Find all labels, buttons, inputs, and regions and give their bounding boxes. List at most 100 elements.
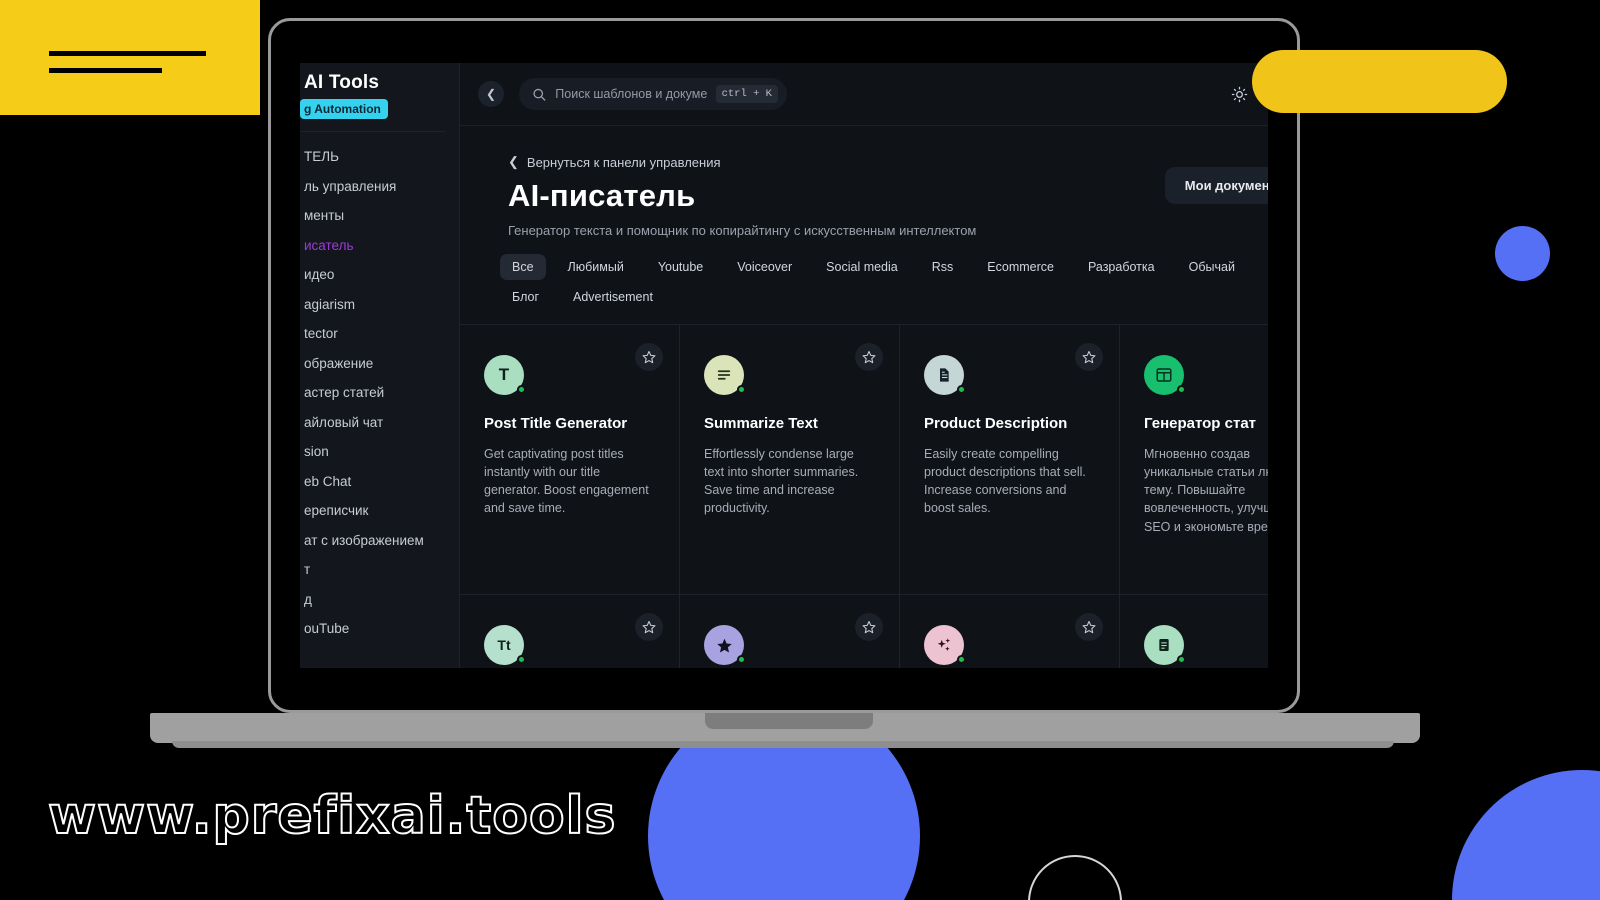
star-filled-icon xyxy=(716,638,732,652)
card-icon xyxy=(924,355,966,395)
sidebar-item[interactable]: менты xyxy=(300,201,459,231)
website-url-text: www.prefixai.tools xyxy=(47,785,617,847)
favorite-button[interactable] xyxy=(855,613,883,641)
card-title: Product Description xyxy=(924,415,1068,432)
sidebar-item[interactable]: т xyxy=(300,555,459,585)
sidebar-item[interactable]: ТЕЛЬ xyxy=(300,142,459,172)
favorite-button[interactable] xyxy=(1075,613,1103,641)
category-tab[interactable]: Youtube xyxy=(646,254,715,280)
card-icon xyxy=(1144,625,1186,665)
category-tab[interactable]: Блог xyxy=(500,284,551,310)
yellow-pill-decoration xyxy=(1252,50,1507,113)
sidebar-item[interactable]: ль управления xyxy=(300,172,459,202)
category-tab[interactable]: Обычай xyxy=(1177,254,1247,280)
card-icon xyxy=(924,625,966,665)
back-link-label: Вернуться к панели управления xyxy=(526,154,721,170)
yellow-rectangle-decoration xyxy=(0,0,260,115)
sidebar-item[interactable]: tector xyxy=(300,319,459,349)
black-line-decoration-bottom xyxy=(49,68,162,73)
category-tab[interactable]: Разработка xyxy=(1076,254,1167,280)
template-card[interactable]: Генератор стат Мгновенно создав уникальны… xyxy=(1120,325,1268,595)
chevron-left-icon: ❮ xyxy=(485,87,497,101)
search-placeholder: Поиск шаблонов и докумен xyxy=(555,87,707,101)
app-window: AI Tools g Automation ТЕЛЬ ль управления м… xyxy=(300,63,1268,668)
sidebar-nav: ТЕЛЬ ль управления менты исатель идео agiaris… xyxy=(300,142,459,644)
content-header: ❮ Вернуться к панели управления AI-писат… xyxy=(460,126,1268,238)
sidebar-collapse-button[interactable]: ❮ xyxy=(478,81,504,107)
sidebar-item[interactable]: eb Chat xyxy=(300,467,459,497)
favorite-button[interactable] xyxy=(1075,343,1103,371)
template-card[interactable]: Summarize Text Effortlessly condense larg… xyxy=(680,325,900,595)
star-outline-icon xyxy=(642,620,656,634)
favorite-button[interactable] xyxy=(635,613,663,641)
template-card-grid: T Post Title Generator Get captivating pos… xyxy=(460,325,1268,668)
status-dot xyxy=(1177,385,1186,394)
sidebar-item[interactable]: sion xyxy=(300,437,459,467)
sidebar-item[interactable]: исатель xyxy=(300,231,459,261)
template-card[interactable] xyxy=(680,595,900,668)
favorite-button[interactable] xyxy=(855,343,883,371)
sidebar-item[interactable]: айловый чат xyxy=(300,408,459,438)
card-icon: Tt xyxy=(484,625,526,665)
card-description: Effortlessly condense large text into sh… xyxy=(704,447,859,516)
sidebar-item[interactable]: д xyxy=(300,585,459,615)
card-title: Post Title Generator xyxy=(484,415,628,432)
template-card[interactable]: Tt xyxy=(460,595,680,668)
back-to-dashboard-link[interactable]: ❮ Вернуться к панели управления xyxy=(508,154,721,170)
status-dot xyxy=(1177,655,1186,664)
sidebar-item[interactable]: ереписчик xyxy=(300,496,459,526)
category-tab[interactable]: Ecommerce xyxy=(975,254,1066,280)
sidebar-item[interactable]: астер статей xyxy=(300,378,459,408)
category-tab[interactable]: Advertisement xyxy=(561,284,665,310)
letter-t-icon: T xyxy=(498,365,510,384)
sun-icon xyxy=(1231,86,1248,102)
page-subtitle: Генератор текста и помощник по копирайти… xyxy=(508,223,977,238)
topbar: ❮ Поиск шаблонов и докумен ctrl + K xyxy=(460,63,1268,126)
template-card[interactable]: Product Description Easily create compell… xyxy=(900,325,1120,595)
black-line-decoration-top xyxy=(49,51,206,56)
blue-circle-decoration-corner xyxy=(1452,770,1600,900)
laptop-base-notch xyxy=(705,713,873,729)
card-icon xyxy=(704,355,746,395)
laptop-base-shadow xyxy=(172,741,1394,748)
text-lines-icon xyxy=(717,370,731,380)
template-card[interactable] xyxy=(900,595,1120,668)
card-description: Easily create compelling product descrip… xyxy=(924,447,1086,516)
favorite-button[interactable] xyxy=(635,343,663,371)
search-input[interactable]: Поиск шаблонов и докумен ctrl + K xyxy=(519,78,787,110)
star-outline-icon xyxy=(1082,620,1096,634)
status-dot xyxy=(517,655,526,664)
status-dot xyxy=(957,655,966,664)
my-documents-button[interactable]: Мои документ xyxy=(1164,167,1268,204)
star-outline-icon xyxy=(1082,350,1096,364)
template-card[interactable]: T Post Title Generator Get captivating pos… xyxy=(460,325,680,595)
page-title: AI-писатель xyxy=(508,178,696,213)
sidebar-item[interactable]: ат с изображением xyxy=(300,526,459,556)
blue-circle-decoration-right xyxy=(1495,226,1550,281)
theme-toggle-button[interactable] xyxy=(1231,86,1248,103)
document-icon xyxy=(940,368,949,382)
font-size-icon: Tt xyxy=(497,637,511,653)
category-tab[interactable]: Все xyxy=(500,254,546,280)
card-description: Get captivating post titles instantly wi… xyxy=(484,447,649,516)
category-tab[interactable]: Voiceover xyxy=(725,254,804,280)
article-layout-icon xyxy=(1156,368,1172,382)
sidebar-item[interactable]: agiarism xyxy=(300,290,459,320)
star-outline-icon xyxy=(862,620,876,634)
category-tab[interactable]: Любимый xyxy=(556,254,636,280)
brand-logo[interactable]: AI Tools g Automation xyxy=(300,63,459,119)
star-outline-icon xyxy=(642,350,656,364)
sidebar-item[interactable]: ouTube xyxy=(300,614,459,644)
category-tab[interactable]: Rss xyxy=(920,254,966,280)
template-card[interactable] xyxy=(1120,595,1268,668)
search-shortcut-badge: ctrl + K xyxy=(715,85,778,103)
status-dot xyxy=(517,385,526,394)
category-tab[interactable]: Social media xyxy=(814,254,910,280)
sidebar-item[interactable]: ображение xyxy=(300,349,459,379)
main-content: ❮ Вернуться к панели управления AI-писат… xyxy=(460,126,1268,668)
sidebar-item[interactable]: идео xyxy=(300,260,459,290)
screenshot-stage: AI Tools g Automation ТЕЛЬ ль управления м… xyxy=(0,0,1600,900)
brand-badge: g Automation xyxy=(300,99,388,119)
search-icon xyxy=(533,88,546,101)
brand-title: AI Tools xyxy=(304,72,380,93)
